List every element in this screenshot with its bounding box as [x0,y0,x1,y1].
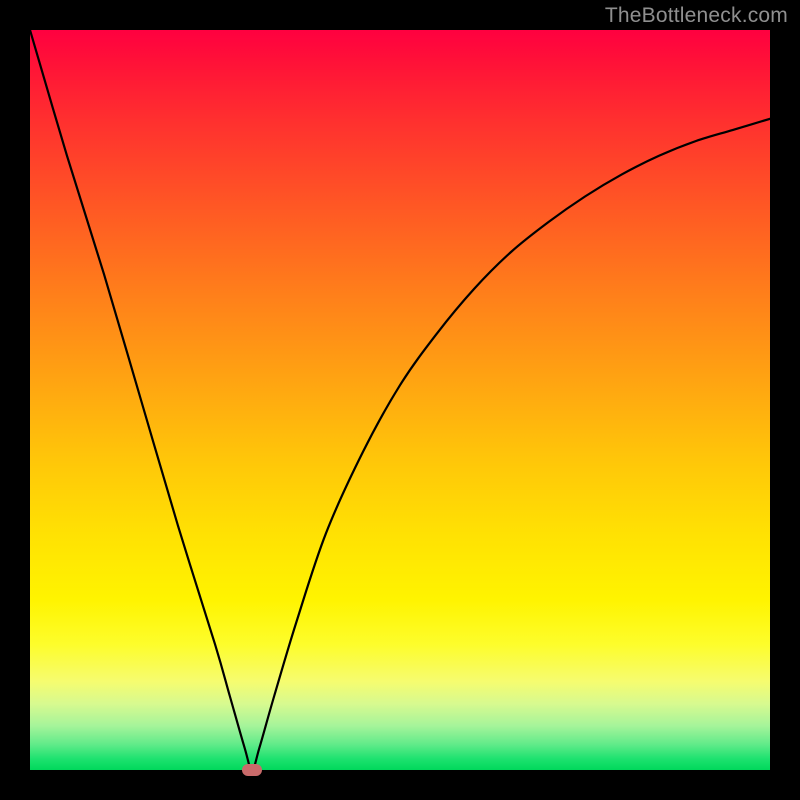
watermark-text: TheBottleneck.com [605,4,788,28]
plot-area [30,30,770,770]
bottleneck-curve [30,30,770,770]
chart-frame: TheBottleneck.com [0,0,800,800]
minimum-marker [242,764,262,776]
